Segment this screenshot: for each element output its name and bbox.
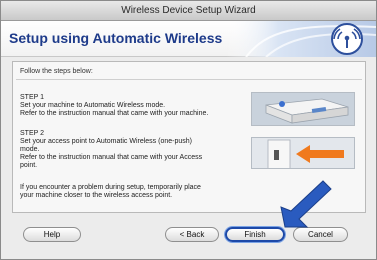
step-2-line: mode. xyxy=(20,146,40,153)
access-point-icon xyxy=(252,138,354,168)
step-2-line: point. xyxy=(20,162,38,169)
printer-illustration xyxy=(251,92,355,126)
step-1-line: Refer to the instruction manual that cam… xyxy=(20,110,209,117)
step-2-label: STEP 2 xyxy=(20,130,44,137)
back-button[interactable]: < Back xyxy=(165,227,219,242)
follow-steps-label: Follow the steps below: xyxy=(20,68,93,75)
wizard-window: Wireless Device Setup Wizard Setup using… xyxy=(0,0,377,260)
divider xyxy=(16,79,362,80)
note-line: If you encounter a problem during setup,… xyxy=(20,184,201,191)
window-title: Wireless Device Setup Wizard xyxy=(1,1,376,21)
help-button[interactable]: Help xyxy=(23,227,81,242)
wizard-header: Setup using Automatic Wireless xyxy=(1,21,376,57)
troubleshoot-note: If you encounter a problem during setup,… xyxy=(20,184,260,200)
step-2-line: Refer to the instruction manual that cam… xyxy=(20,154,203,161)
step-2: STEP 2 Set your access point to Automati… xyxy=(20,130,250,170)
wireless-signal-icon xyxy=(226,21,376,57)
note-line: your machine closer to the wireless acce… xyxy=(20,192,173,199)
step-1-label: STEP 1 xyxy=(20,94,44,101)
step-1-line: Set your machine to Automatic Wireless m… xyxy=(20,102,166,109)
blue-arrow-icon xyxy=(280,180,332,228)
finish-button[interactable]: Finish xyxy=(225,227,285,242)
access-point-illustration xyxy=(251,137,355,169)
page-title: Setup using Automatic Wireless xyxy=(9,30,223,46)
printer-icon xyxy=(252,93,354,125)
step-2-line: Set your access point to Automatic Wirel… xyxy=(20,138,192,145)
step-1: STEP 1 Set your machine to Automatic Wir… xyxy=(20,94,250,118)
